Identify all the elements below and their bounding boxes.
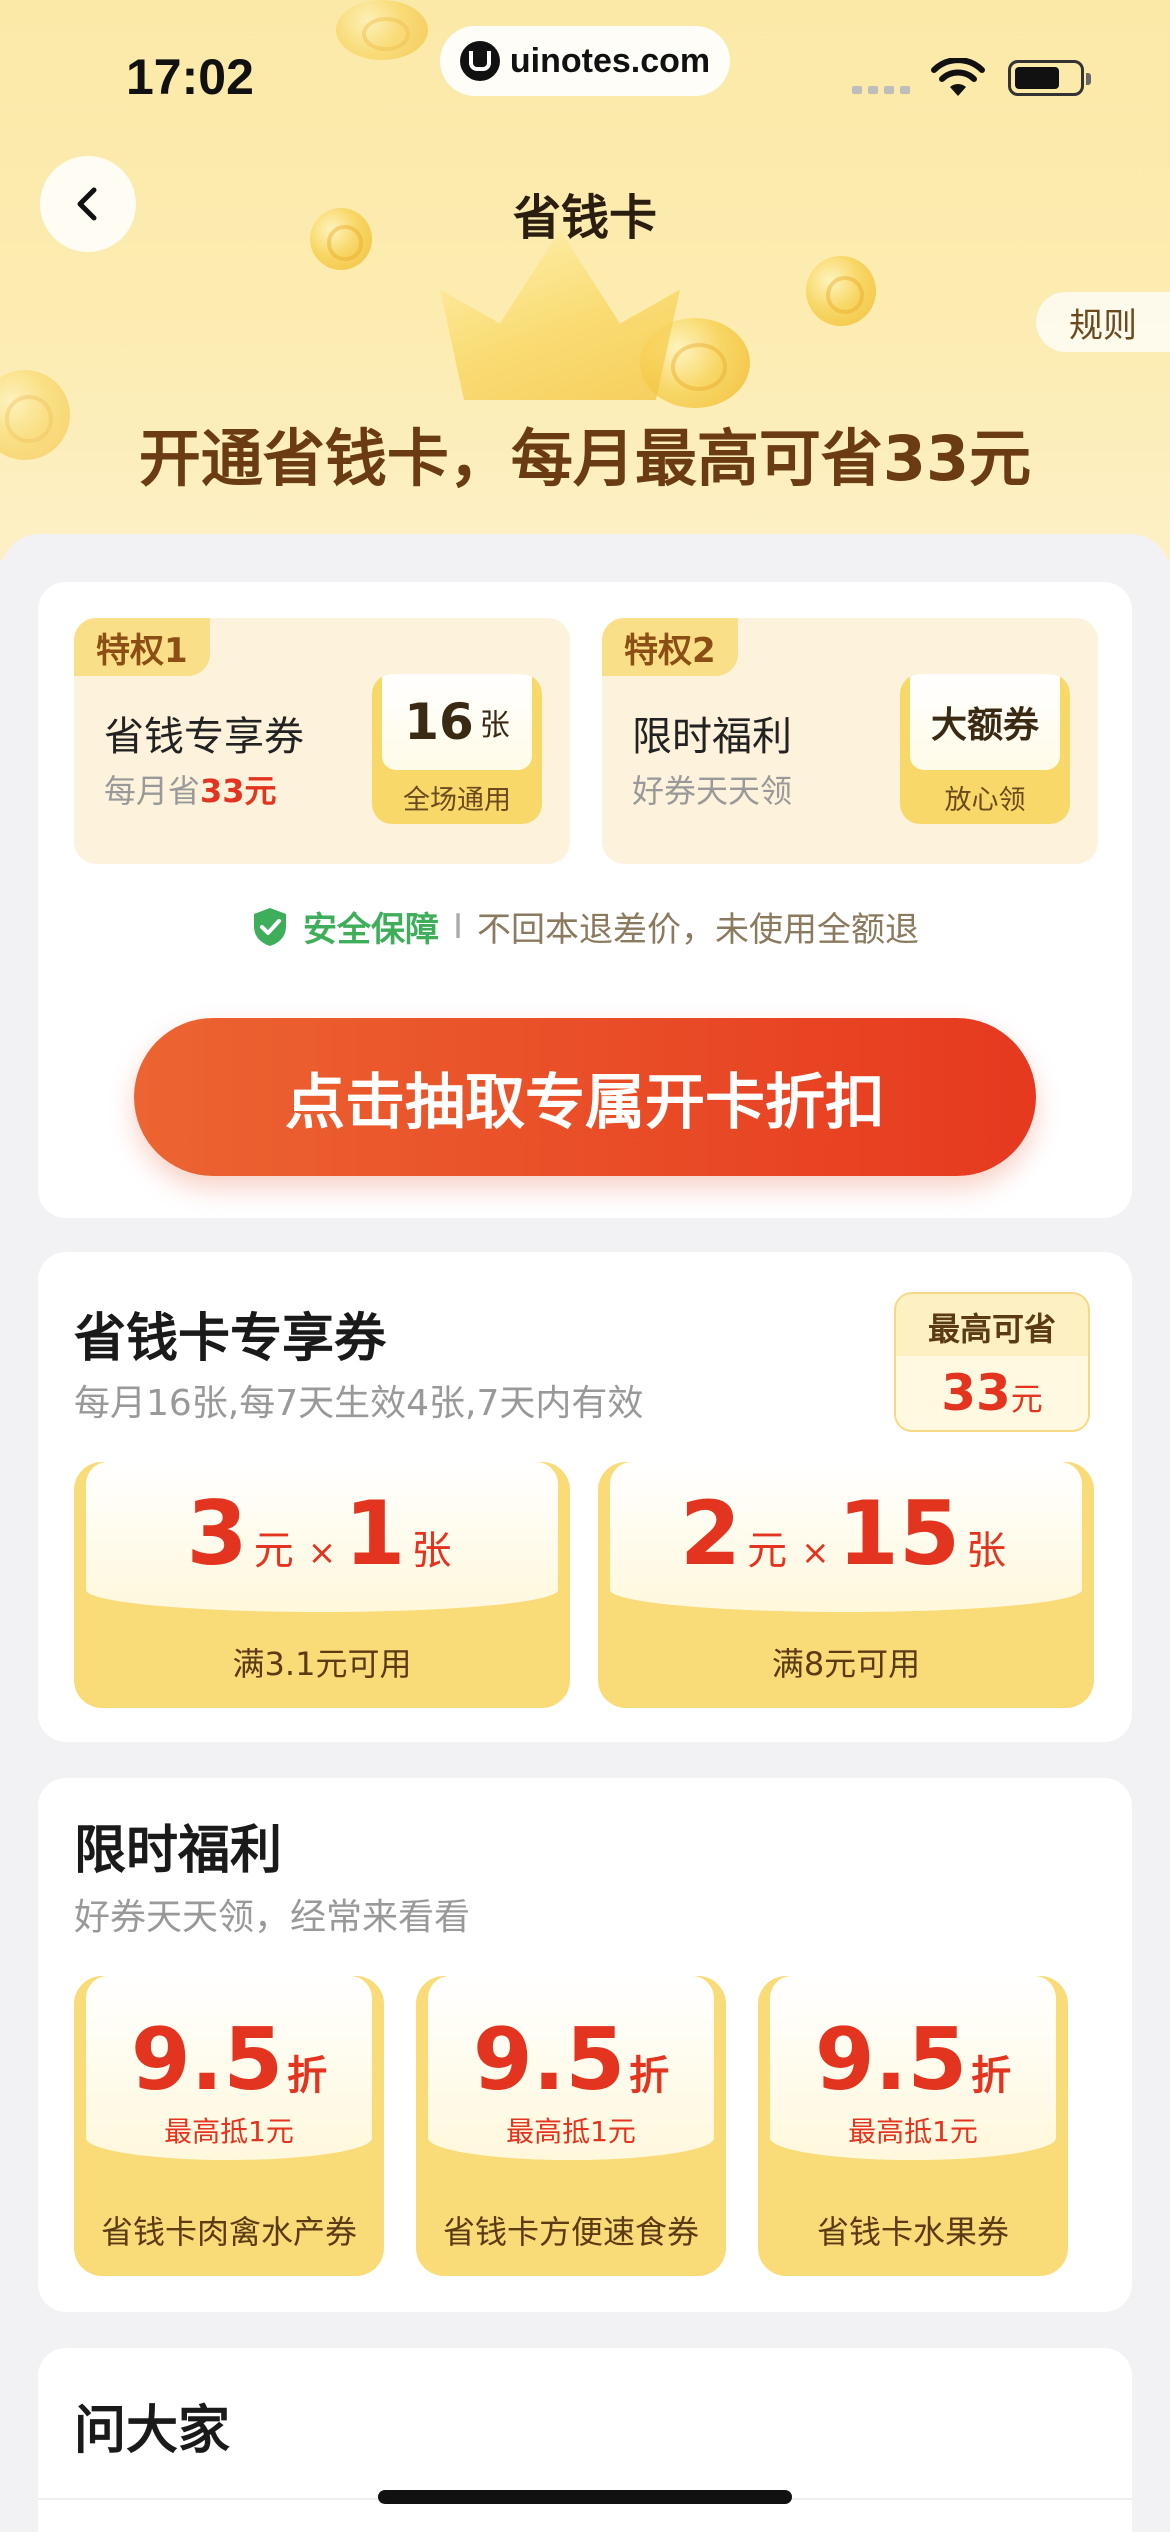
- badge-title: 大额券: [930, 705, 1039, 746]
- section-title: 省钱卡专享券: [74, 1309, 387, 1369]
- coupon-count: 15: [837, 1482, 961, 1585]
- safety-separator: I: [452, 906, 464, 947]
- coupon-amount-unit: 元: [253, 1528, 294, 1574]
- coin-decoration: [806, 256, 876, 326]
- badge-unit: 张: [479, 708, 510, 743]
- coupon-name: 省钱卡水果券: [816, 2213, 1009, 2251]
- safety-label: 安全保障: [302, 910, 439, 950]
- coupon-face: 9.5 折 最高抵1元: [770, 1976, 1056, 2160]
- home-indicator[interactable]: [378, 2490, 792, 2504]
- page-title: 省钱卡: [512, 190, 657, 246]
- status-time: 17:02: [126, 49, 254, 105]
- main-sheet: 特权1 省钱专享券 每月省33元 16 张 全场通用 特权2 限时福利 好券天天领…: [0, 534, 1170, 2532]
- coupon-name: 省钱卡肉禽水产券: [100, 2213, 357, 2251]
- coupon-amount: 3: [186, 1482, 248, 1585]
- max-save-unit: 元: [1010, 1380, 1043, 1418]
- badge-caption: 全场通用: [403, 784, 511, 816]
- coupon-condition: 满3.1元可用: [232, 1645, 412, 1683]
- battery-icon: [1008, 60, 1091, 96]
- limited-benefits-card: 限时福利 好券天天领，经常来看看 9.5 折 最高抵1元 省钱卡肉禽水产券 9.5…: [38, 1778, 1132, 2312]
- coupon-count-unit: 张: [411, 1528, 452, 1574]
- coupon-times: ×: [307, 1533, 337, 1573]
- discount-unit: 折: [287, 2053, 328, 2099]
- signal-icon: [852, 86, 910, 94]
- privileges-row: 特权1 省钱专享券 每月省33元 16 张 全场通用 特权2 限时福利 好券天天领…: [74, 618, 1098, 864]
- coupon-count-unit: 张: [966, 1528, 1007, 1574]
- discount-cap: 最高抵1元: [506, 2115, 636, 2148]
- discount-unit: 折: [629, 2053, 670, 2099]
- draw-discount-button[interactable]: 点击抽取专属开卡折扣: [134, 1018, 1036, 1176]
- privilege-item[interactable]: 特权2 限时福利 好券天天领 大额券 放心领: [602, 618, 1098, 864]
- status-bar: 17:02 uinotes.com: [0, 0, 1170, 140]
- privilege-badge: 大额券 放心领: [900, 674, 1070, 824]
- url-pill: uinotes.com: [440, 26, 730, 96]
- header-banner: 17:02 uinotes.com 省钱卡 规则 开通省钱卡，每月最高可省33元: [0, 0, 1170, 560]
- rules-button[interactable]: 规则: [1036, 292, 1170, 352]
- privilege-tag: 特权2: [602, 618, 738, 676]
- discount-cap: 最高抵1元: [164, 2115, 294, 2148]
- privilege-subtitle: 每月省33元: [104, 772, 277, 810]
- site-logo-icon: [459, 41, 500, 81]
- shield-check-icon: [253, 907, 286, 946]
- badge-count: 16: [404, 693, 474, 751]
- wifi-icon: [931, 58, 985, 96]
- safety-text: 不回本退差价，未使用全额退: [477, 910, 920, 950]
- privilege-subtitle: 好券天天领: [632, 772, 793, 810]
- section-subtitle: 好券天天领，经常来看看: [74, 1897, 471, 1938]
- section-title: 问大家: [74, 2401, 231, 2461]
- coupon-times: ×: [801, 1533, 830, 1573]
- coupon-amount-unit: 元: [747, 1528, 788, 1574]
- privilege-tag: 特权1: [74, 618, 210, 676]
- coupon-face: 9.5 折 最高抵1元: [428, 1976, 714, 2160]
- url-text: uinotes.com: [509, 41, 711, 80]
- privilege-title: 省钱专享券: [104, 714, 304, 760]
- ask-card: 问大家: [38, 2348, 1132, 2532]
- coupon-face: 2 元 × 15 张: [610, 1462, 1082, 1612]
- privilege-title: 限时福利: [632, 714, 792, 760]
- discount-cap: 最高抵1元: [848, 2115, 978, 2148]
- headline: 开通省钱卡，每月最高可省33元: [138, 422, 1032, 495]
- coupon-name: 省钱卡方便速食券: [442, 2213, 699, 2251]
- coupon-card[interactable]: 3 元 × 1 张 满3.1元可用: [74, 1462, 570, 1708]
- discount-value: 9.5: [814, 2010, 968, 2110]
- coupon-face: 9.5 折 最高抵1元: [86, 1976, 372, 2160]
- discount-unit: 折: [971, 2053, 1012, 2099]
- privilege-badge: 16 张 全场通用: [372, 674, 542, 824]
- crown-decoration: [440, 230, 680, 400]
- exclusive-coupons-card: 省钱卡专享券 每月16张,每7天生效4张,7天内有效 最高可省 33元 3 元 …: [38, 1252, 1132, 1742]
- coupon-face: 3 元 × 1 张: [86, 1462, 558, 1612]
- coupon-condition: 满8元可用: [771, 1645, 921, 1683]
- safety-guarantee: 安全保障 I 不回本退差价，未使用全额退: [38, 902, 1132, 951]
- badge-caption: 放心领: [944, 784, 1026, 816]
- coupon-count: 1: [344, 1482, 406, 1585]
- max-save-value: 33: [941, 1364, 1011, 1422]
- benefit-coupon[interactable]: 9.5 折 最高抵1元 省钱卡肉禽水产券: [74, 1976, 384, 2276]
- section-subtitle: 每月16张,每7天生效4张,7天内有效: [74, 1383, 644, 1424]
- section-title: 限时福利: [74, 1821, 283, 1881]
- coupon-amount: 2: [679, 1482, 742, 1585]
- benefit-coupon[interactable]: 9.5 折 最高抵1元 省钱卡方便速食券: [416, 1976, 726, 2276]
- privilege-item[interactable]: 特权1 省钱专享券 每月省33元 16 张 全场通用: [74, 618, 570, 864]
- discount-value: 9.5: [472, 2010, 626, 2110]
- max-save-label: 最高可省: [927, 1310, 1056, 1348]
- coupon-card[interactable]: 2 元 × 15 张 满8元可用: [598, 1462, 1094, 1708]
- benefit-coupon[interactable]: 9.5 折 最高抵1元 省钱卡水果券: [758, 1976, 1068, 2276]
- max-save-badge: 最高可省 33元: [894, 1292, 1090, 1432]
- privileges-card: 特权1 省钱专享券 每月省33元 16 张 全场通用 特权2 限时福利 好券天天领…: [38, 582, 1132, 1218]
- discount-value: 9.5: [130, 2010, 284, 2110]
